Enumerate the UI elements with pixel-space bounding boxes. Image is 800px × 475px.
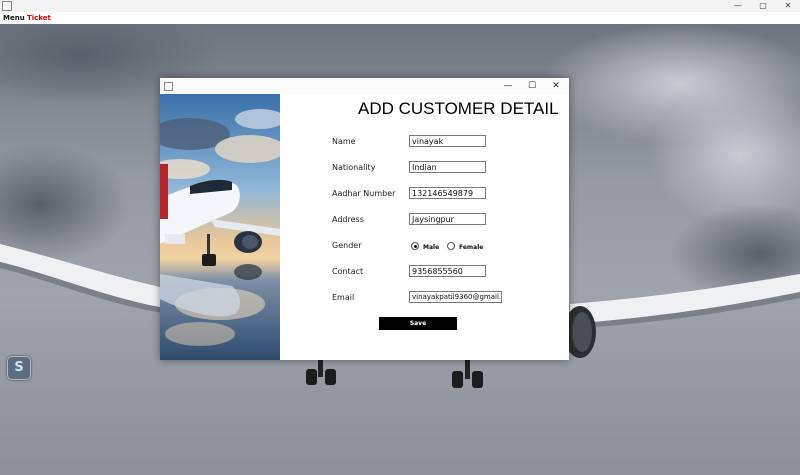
contact-label: Contact — [332, 267, 364, 276]
add-customer-dialog: — ☐ ✕ ADD CUSTOMER DETAIL Name vinayak N… — [160, 78, 569, 360]
gender-female-label: Female — [459, 244, 484, 251]
s-swirl-icon: S — [14, 360, 24, 375]
dialog-titlebar: — ☐ ✕ — [160, 78, 569, 94]
page-title: ADD CUSTOMER DETAIL — [358, 99, 559, 118]
app-icon — [2, 1, 12, 11]
save-button[interactable]: Save — [379, 317, 457, 330]
gender-female-radio[interactable]: Female — [447, 242, 483, 252]
address-label: Address — [332, 215, 364, 224]
contact-field[interactable]: 9356855560 — [409, 265, 486, 277]
menu-item-ticket[interactable]: Ticket — [27, 13, 51, 23]
menubar: Menu Ticket — [0, 12, 800, 24]
main-titlebar: — ▢ ✕ — [0, 0, 800, 12]
dialog-minimize-button[interactable]: — — [496, 78, 520, 94]
gender-male-radio[interactable]: Male — [411, 242, 439, 252]
dialog-close-button[interactable]: ✕ — [544, 78, 568, 94]
radio-selected-icon — [411, 242, 419, 250]
minimize-button[interactable]: — — [726, 0, 750, 12]
aadhar-number-field[interactable]: 132146549879 — [409, 187, 486, 199]
close-button[interactable]: ✕ — [776, 0, 800, 12]
name-label: Name — [332, 137, 356, 146]
email-label: Email — [332, 293, 355, 302]
address-field[interactable]: Jaysingpur — [409, 213, 486, 225]
email-field[interactable]: vinayakpatil9360@gmail.cor — [409, 291, 502, 303]
side-widget[interactable]: S — [7, 356, 31, 380]
gender-male-label: Male — [423, 244, 440, 251]
aadhar-number-label: Aadhar Number — [332, 189, 396, 198]
dialog-app-icon — [164, 82, 173, 91]
radio-unselected-icon — [447, 242, 455, 250]
nationality-label: Nationality — [332, 163, 376, 172]
dialog-maximize-button[interactable]: ☐ — [520, 78, 544, 94]
gender-label: Gender — [332, 241, 362, 250]
menu-item-menu[interactable]: Menu — [3, 13, 25, 23]
name-field[interactable]: vinayak — [409, 135, 486, 147]
airplane-photo — [160, 94, 280, 360]
nationality-field[interactable]: Indian — [409, 161, 486, 173]
maximize-button[interactable]: ▢ — [751, 0, 775, 12]
